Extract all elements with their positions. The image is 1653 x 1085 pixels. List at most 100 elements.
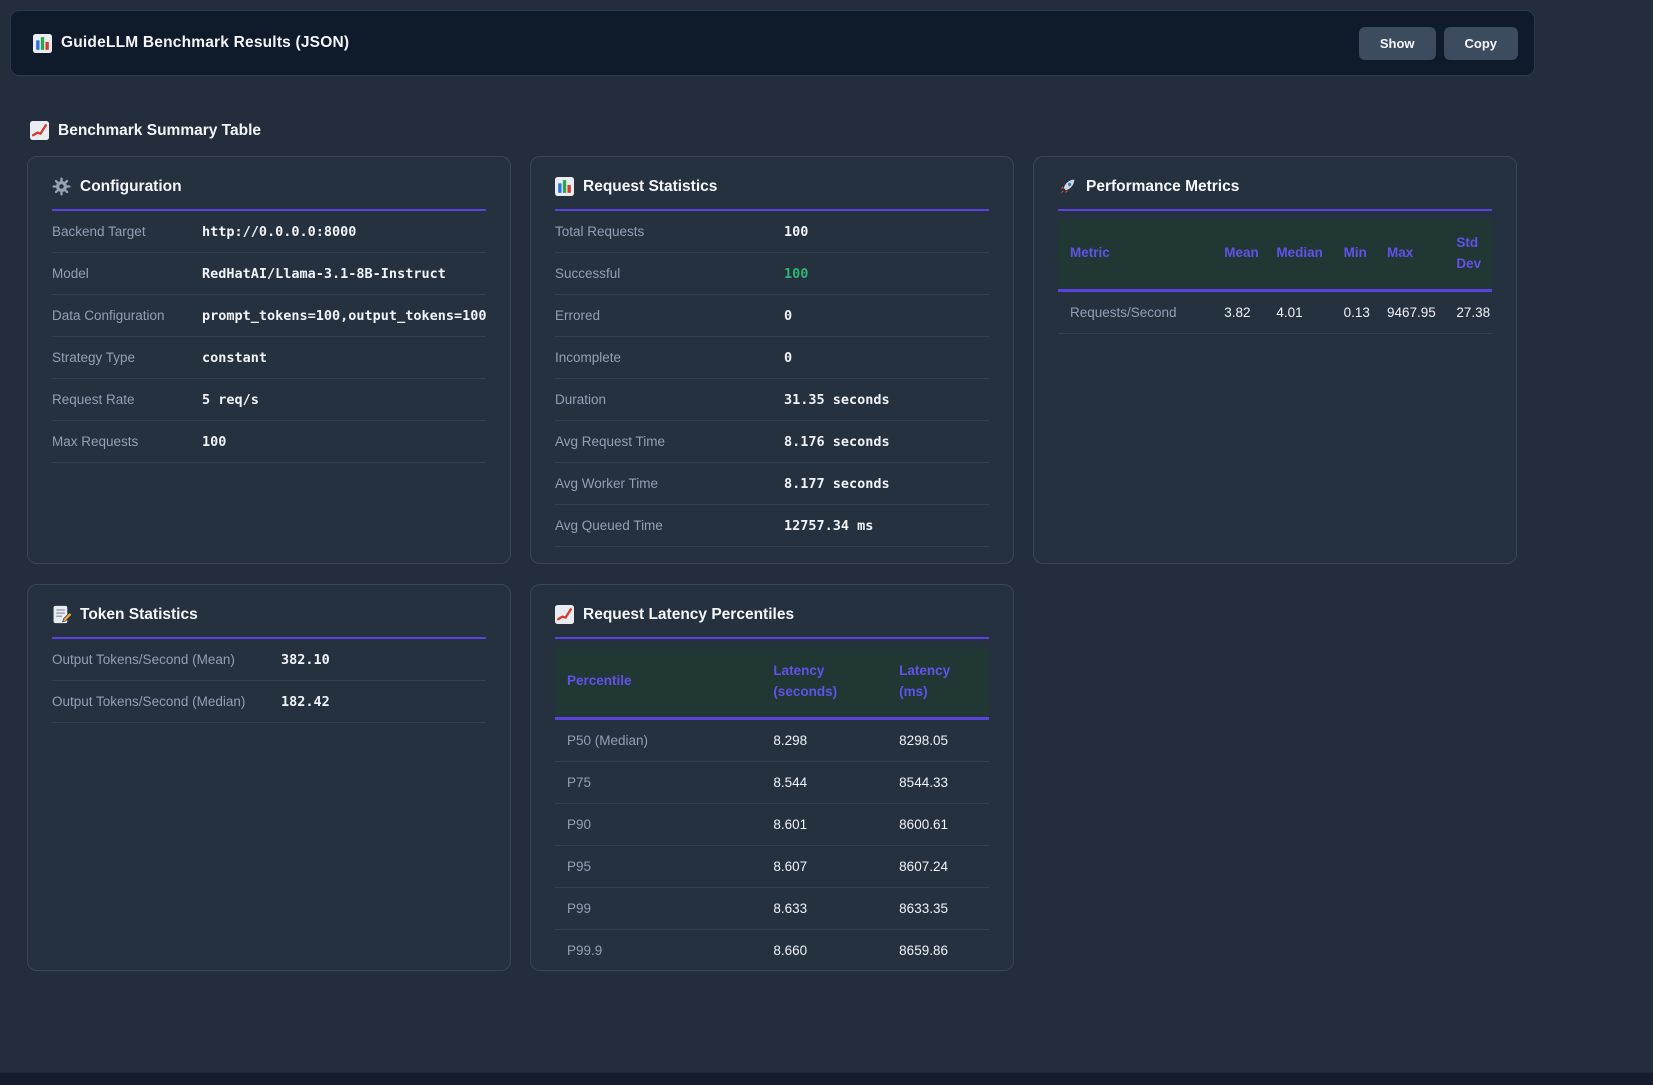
row-label: Duration	[555, 392, 784, 407]
row-value: constant	[202, 350, 267, 366]
table-cell: 8.601	[763, 803, 889, 845]
stat-row: Avg Queued Time12757.34 ms	[555, 505, 989, 547]
latency-percentiles-card: Request Latency Percentiles PercentileLa…	[530, 584, 1014, 971]
stat-row: Avg Request Time8.176 seconds	[555, 421, 989, 463]
token-statistics-card-header: Token Statistics	[52, 605, 486, 639]
row-value: 5 req/s	[202, 392, 259, 408]
configuration-card: Configuration Backend Targethttp://0.0.0…	[27, 156, 511, 564]
column-header: Mean	[1214, 219, 1266, 290]
performance-metrics-card-title: Performance Metrics	[1086, 178, 1239, 196]
token-statistics-card: Token Statistics Output Tokens/Second (M…	[27, 584, 511, 971]
request-statistics-card-header: Request Statistics	[555, 177, 989, 211]
table-cell: 8607.24	[889, 845, 989, 887]
table-cell: 3.82	[1214, 290, 1266, 333]
latency-percentiles-card-header: Request Latency Percentiles	[555, 605, 989, 639]
row-value: 100	[784, 266, 808, 282]
row-label: Successful	[555, 266, 784, 281]
row-label: Avg Request Time	[555, 434, 784, 449]
table-cell: P99.9	[555, 929, 763, 971]
token-statistics-rows: Output Tokens/Second (Mean)382.10Output …	[52, 639, 486, 723]
token-statistics-card-title: Token Statistics	[80, 606, 198, 624]
row-label: Max Requests	[52, 434, 202, 449]
row-value: 12757.34 ms	[784, 518, 873, 534]
configuration-card-title: Configuration	[80, 178, 182, 196]
table-row: P50 (Median)8.2988298.05	[555, 718, 989, 761]
row-value: 8.177 seconds	[784, 476, 890, 492]
table-row: P99.98.6608659.86	[555, 929, 989, 971]
table-cell: P90	[555, 803, 763, 845]
section-title: Benchmark Summary Table	[58, 122, 261, 140]
request-statistics-card-title: Request Statistics	[583, 178, 717, 196]
row-value: 100	[784, 224, 808, 240]
latency-percentiles-table: PercentileLatency (seconds)Latency (ms)P…	[555, 647, 989, 971]
table-row: P998.6338633.35	[555, 887, 989, 929]
row-label: Avg Worker Time	[555, 476, 784, 491]
table-cell: P50 (Median)	[555, 718, 763, 761]
bar-chart-icon	[33, 34, 52, 53]
table-row: P958.6078607.24	[555, 845, 989, 887]
table-cell: 8633.35	[889, 887, 989, 929]
row-label: Incomplete	[555, 350, 784, 365]
column-header: Metric	[1058, 219, 1214, 290]
table-cell: P99	[555, 887, 763, 929]
bar-chart-icon	[555, 177, 574, 196]
stat-row: Errored0	[555, 295, 989, 337]
configuration-rows: Backend Targethttp://0.0.0.0:8000ModelRe…	[52, 211, 486, 463]
stat-row: Successful100	[555, 253, 989, 295]
request-statistics-card: Request Statistics Total Requests100Succ…	[530, 156, 1014, 564]
bottom-strip	[0, 1072, 1653, 1085]
performance-metrics-card: Performance Metrics MetricMeanMedianMinM…	[1033, 156, 1517, 564]
copy-button[interactable]: Copy	[1444, 27, 1519, 60]
column-header: Std Dev	[1446, 219, 1492, 290]
row-value: RedHatAI/Llama-3.1-8B-Instruct	[202, 266, 446, 282]
row-label: Request Rate	[52, 392, 202, 407]
table-row: P908.6018600.61	[555, 803, 989, 845]
row-value: 100	[202, 434, 226, 450]
stat-row: Incomplete0	[555, 337, 989, 379]
column-header: Latency (seconds)	[763, 647, 889, 718]
row-label: Model	[52, 266, 202, 281]
table-cell: 8298.05	[889, 718, 989, 761]
show-button[interactable]: Show	[1359, 27, 1436, 60]
column-header: Latency (ms)	[889, 647, 989, 718]
memo-icon	[52, 605, 71, 624]
row-value: 0	[784, 308, 792, 324]
row-label: Data Configuration	[52, 308, 202, 323]
table-cell: 8.607	[763, 845, 889, 887]
line-chart-icon	[555, 605, 574, 624]
column-header: Min	[1334, 219, 1377, 290]
page-title: GuideLLM Benchmark Results (JSON)	[61, 34, 349, 52]
line-chart-icon	[30, 121, 49, 140]
stat-row: Output Tokens/Second (Median)182.42	[52, 681, 486, 723]
table-cell: 9467.95	[1377, 290, 1446, 333]
table-cell: 0.13	[1334, 290, 1377, 333]
performance-metrics-table: MetricMeanMedianMinMaxStd DevRequests/Se…	[1058, 219, 1492, 334]
table-cell: Requests/Second	[1058, 290, 1214, 333]
table-row: P758.5448544.33	[555, 761, 989, 803]
table-cell: 8600.61	[889, 803, 989, 845]
table-cell: 8.298	[763, 718, 889, 761]
row-value: prompt_tokens=100,output_tokens=100	[202, 308, 486, 324]
performance-metrics-card-header: Performance Metrics	[1058, 177, 1492, 211]
column-header: Max	[1377, 219, 1446, 290]
stat-row: Strategy Typeconstant	[52, 337, 486, 379]
stat-row: Request Rate5 req/s	[52, 379, 486, 421]
latency-percentiles-card-title: Request Latency Percentiles	[583, 606, 794, 624]
row-label: Strategy Type	[52, 350, 202, 365]
row-label: Total Requests	[555, 224, 784, 239]
row-value: 182.42	[281, 694, 330, 710]
table-cell: 8544.33	[889, 761, 989, 803]
stat-row: Output Tokens/Second (Mean)382.10	[52, 639, 486, 681]
stat-row: Max Requests100	[52, 421, 486, 463]
request-statistics-rows: Total Requests100Successful100Errored0In…	[555, 211, 989, 547]
column-header: Percentile	[555, 647, 763, 718]
page: GuideLLM Benchmark Results (JSON) Show C…	[10, 10, 1535, 971]
table-cell: 8.633	[763, 887, 889, 929]
row-label: Output Tokens/Second (Median)	[52, 694, 281, 709]
row-value: 0	[784, 350, 792, 366]
stat-row: ModelRedHatAI/Llama-3.1-8B-Instruct	[52, 253, 486, 295]
stat-row: Backend Targethttp://0.0.0.0:8000	[52, 211, 486, 253]
row-value: 382.10	[281, 652, 330, 668]
rocket-icon	[1058, 177, 1077, 196]
table-row: Requests/Second3.824.010.139467.9527.38	[1058, 290, 1492, 333]
